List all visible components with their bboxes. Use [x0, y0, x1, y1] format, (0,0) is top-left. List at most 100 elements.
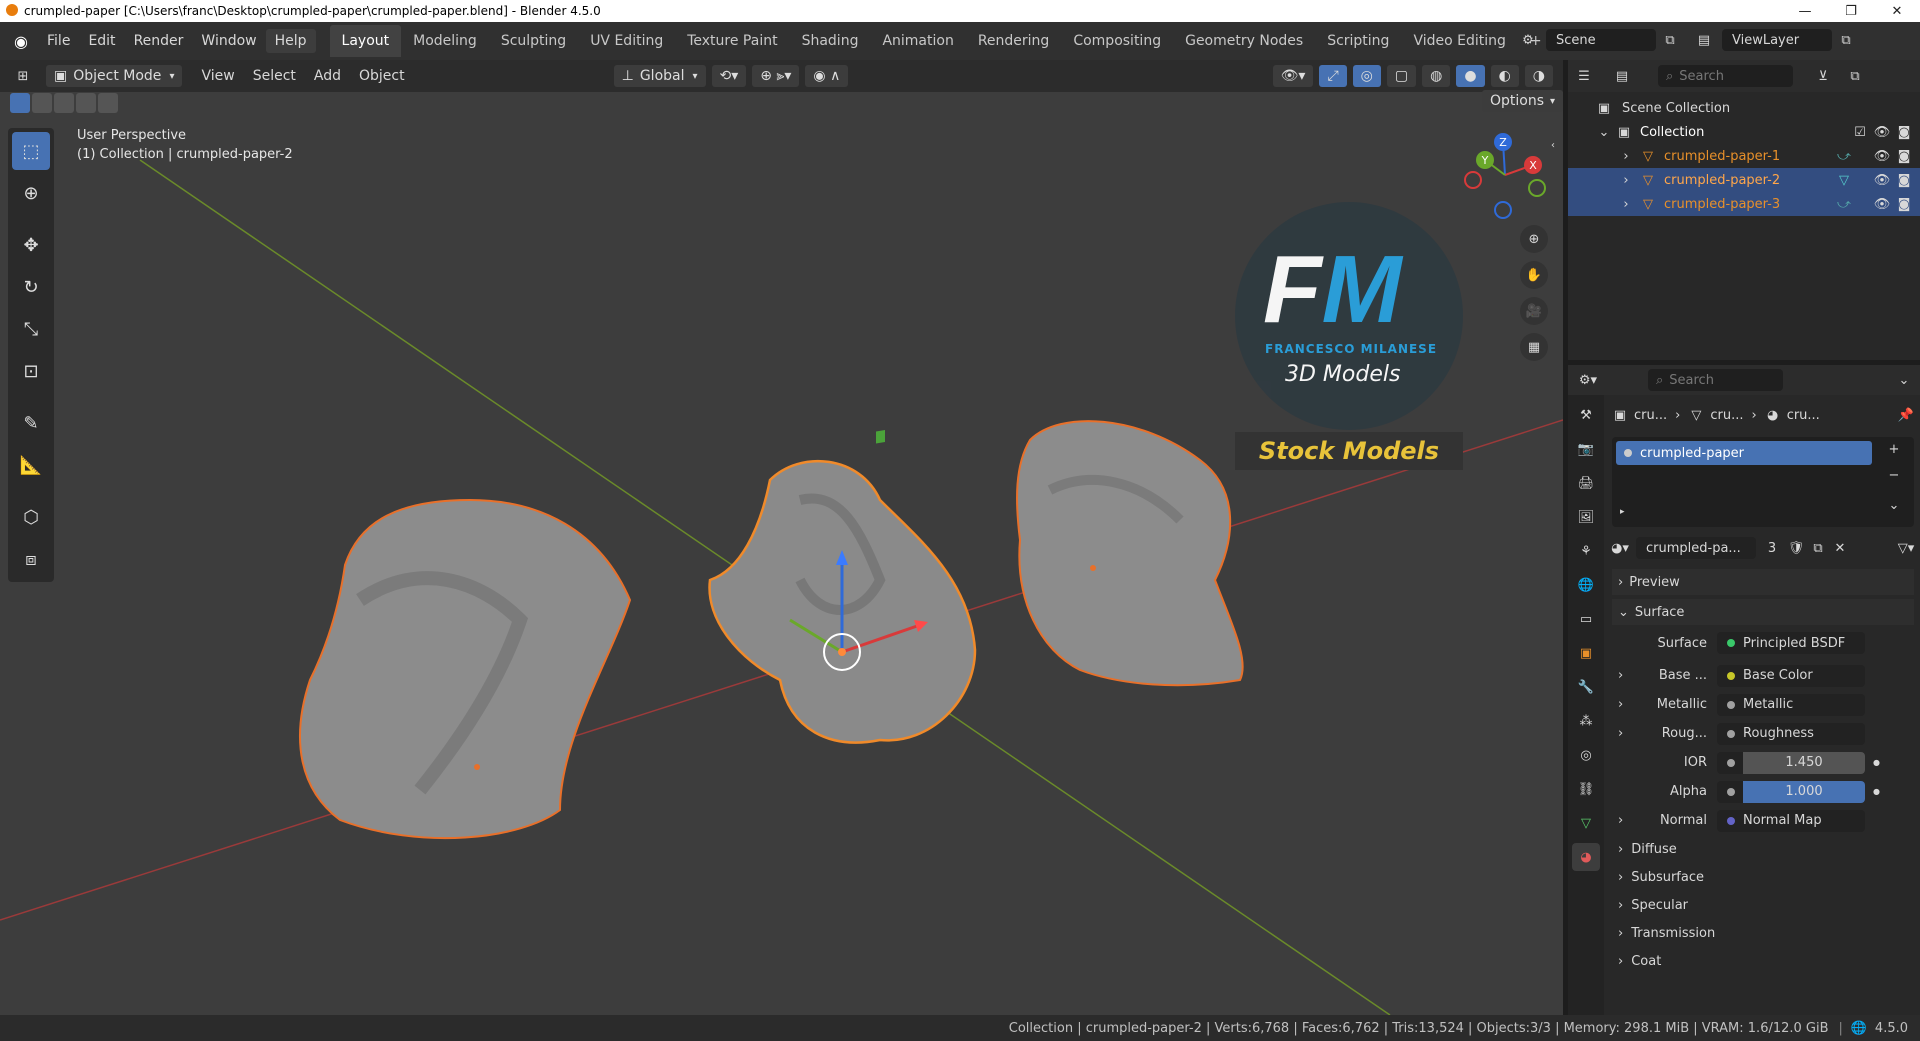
select-extend-icon[interactable] — [32, 93, 52, 113]
particles-tab-icon[interactable]: ⁂ — [1578, 707, 1594, 735]
filter-icon[interactable]: ⊻ — [1815, 68, 1831, 84]
visibility-icon[interactable]: 👁▾ — [1272, 65, 1314, 87]
collection-label[interactable]: Collection — [1640, 125, 1704, 140]
shader-input-field[interactable]: Normal Map — [1717, 809, 1865, 832]
outliner-item-crumpled-paper-3[interactable]: crumpled-paper-3 — [1664, 197, 1780, 212]
scene-tab-icon[interactable]: ⚘ — [1578, 537, 1594, 565]
close-icon[interactable]: ✕ — [1874, 0, 1920, 22]
keyframe-dot-icon[interactable]: ● — [1873, 787, 1880, 796]
camera-view-icon[interactable]: 🎥 — [1520, 297, 1548, 325]
value-slider[interactable]: 1.000 — [1743, 780, 1865, 803]
surface-shader-field[interactable]: Principled BSDF — [1717, 632, 1865, 654]
cursor-icon[interactable]: ⊕ — [12, 174, 50, 212]
new-collection-icon[interactable]: ⧉ — [1847, 68, 1863, 84]
duplicate-icon[interactable]: ⧉ — [1810, 540, 1826, 556]
pan-hand-icon[interactable]: ✋ — [1520, 261, 1548, 289]
view-layer-selector[interactable]: ViewLayer — [1722, 29, 1832, 51]
tab-geometry-nodes[interactable]: Geometry Nodes — [1173, 25, 1315, 57]
minimize-icon[interactable]: — — [1782, 0, 1828, 22]
chevron-right-icon[interactable]: › — [1618, 726, 1632, 741]
unlink-icon[interactable]: ✕ — [1832, 540, 1848, 556]
tool-tab-icon[interactable]: ⚒ — [1578, 401, 1594, 429]
select-new-icon[interactable] — [10, 93, 30, 113]
mode-selector[interactable]: ▣ Object Mode ▾ — [46, 65, 183, 87]
tab-video-editing[interactable]: Video Editing — [1401, 25, 1517, 57]
view-layer-tab-icon[interactable]: 🖼 — [1578, 503, 1595, 531]
chevron-right-icon[interactable]: › — [1618, 697, 1632, 712]
tab-animation[interactable]: Animation — [870, 25, 965, 57]
collection-tab-icon[interactable]: ▭ — [1578, 605, 1594, 633]
3d-viewport[interactable]: ⊞ ▣ Object Mode ▾ View Select Add Object… — [0, 60, 1563, 1015]
properties-editor-icon[interactable]: ⚙▾ — [1579, 372, 1597, 388]
scene-selector[interactable]: Scene — [1546, 29, 1656, 51]
eye-icon[interactable]: 👁 — [1874, 172, 1891, 188]
wireframe-shading-icon[interactable]: ◍ — [1422, 65, 1451, 87]
add-cube-icon[interactable]: ⬡ — [12, 498, 50, 536]
tab-uv-editing[interactable]: UV Editing — [578, 25, 675, 57]
expand-arrow-icon[interactable]: ▸ — [1620, 507, 1625, 517]
outliner-item-crumpled-paper-2[interactable]: crumpled-paper-2 — [1664, 173, 1780, 188]
tab-modeling[interactable]: Modeling — [401, 25, 489, 57]
editor-type-icon[interactable]: ⊞ — [10, 69, 36, 84]
move-icon[interactable]: ✥ — [12, 226, 50, 264]
shader-input-field[interactable]: Metallic — [1717, 693, 1865, 716]
scene-collection-label[interactable]: Scene Collection — [1622, 101, 1730, 116]
outliner-item-crumpled-paper-1[interactable]: crumpled-paper-1 — [1664, 149, 1780, 164]
user-count[interactable]: 3 — [1762, 541, 1782, 556]
subpanel-transmission[interactable]: › Transmission — [1612, 919, 1914, 947]
eye-icon[interactable]: 👁 — [1874, 148, 1891, 164]
modifier-icon[interactable]: ⤻ — [1836, 196, 1852, 212]
rendered-shading-icon[interactable]: ◑ — [1524, 65, 1553, 87]
pin-icon[interactable]: 📌 — [1898, 407, 1914, 423]
select-box-icon[interactable]: ⬚ — [12, 132, 50, 170]
eye-icon[interactable]: 👁 — [1874, 196, 1891, 212]
shader-input-field[interactable]: 1.450 — [1717, 751, 1865, 774]
data-tab-icon[interactable]: ▽ — [1578, 809, 1594, 837]
modifier-tab-icon[interactable]: 🔧 — [1578, 673, 1594, 701]
checkbox-icon[interactable]: ☑ — [1852, 124, 1868, 140]
world-tab-icon[interactable]: 🌐 — [1578, 571, 1594, 599]
subpanel-diffuse[interactable]: › Diffuse — [1612, 835, 1914, 863]
chevron-down-icon[interactable]: ⌄ — [1896, 372, 1912, 388]
menu-edit[interactable]: Edit — [79, 29, 124, 53]
globe-icon[interactable]: 🌐 — [1851, 1020, 1867, 1036]
mesh-data-icon[interactable]: ▽ — [1836, 172, 1852, 188]
expand-chevron-icon[interactable]: ⌄ — [1596, 124, 1612, 140]
constraints-tab-icon[interactable]: ⛓ — [1578, 775, 1595, 803]
link-icon[interactable]: ▽▾ — [1898, 540, 1915, 556]
remove-slot-icon[interactable]: − — [1886, 467, 1902, 483]
modifier-icon[interactable]: ⤻ — [1836, 148, 1852, 164]
menu-view[interactable]: View — [192, 65, 243, 87]
material-name-field[interactable]: crumpled-pa... — [1636, 537, 1756, 559]
camera-icon[interactable]: ◙ — [1896, 124, 1912, 140]
add-primitive-icon[interactable]: ⧈ — [12, 540, 50, 578]
maximize-icon[interactable]: ❐ — [1828, 0, 1874, 22]
tab-compositing[interactable]: Compositing — [1061, 25, 1173, 57]
expand-chevron-icon[interactable]: › — [1618, 172, 1634, 188]
navigation-gizmo[interactable]: Z Y X — [1460, 130, 1550, 220]
material-slot-item[interactable]: crumpled-paper — [1616, 441, 1872, 465]
new-view-layer-icon[interactable]: ⧉ — [1838, 32, 1854, 48]
eye-icon[interactable]: 👁 — [1874, 124, 1891, 140]
tab-layout[interactable]: Layout — [329, 25, 402, 57]
physics-tab-icon[interactable]: ◎ — [1578, 741, 1594, 769]
options-button[interactable]: Options ▾ — [1482, 90, 1563, 112]
material-browse-icon[interactable]: ◕▾ — [1611, 540, 1629, 556]
select-intersect-icon[interactable] — [98, 93, 118, 113]
rotate-icon[interactable]: ↻ — [12, 268, 50, 306]
perspective-toggle-icon[interactable]: ▦ — [1520, 333, 1548, 361]
solid-shading-icon[interactable]: ● — [1456, 65, 1485, 87]
preview-panel-header[interactable]: › Preview — [1612, 569, 1914, 595]
scene-icon[interactable]: ⚙ — [1520, 32, 1536, 48]
surface-panel-header[interactable]: ⌄ Surface — [1612, 599, 1914, 625]
properties-search[interactable]: ⌕ Search — [1648, 369, 1783, 391]
camera-icon[interactable]: ◙ — [1896, 196, 1912, 212]
zoom-icon[interactable]: ⊕ — [1520, 225, 1548, 253]
xray-icon[interactable]: ▢ — [1386, 65, 1417, 87]
menu-file[interactable]: File — [38, 29, 79, 53]
tab-texture-paint[interactable]: Texture Paint — [675, 25, 789, 57]
shader-input-field[interactable]: Base Color — [1717, 664, 1865, 687]
tab-sculpting[interactable]: Sculpting — [489, 25, 578, 57]
subpanel-coat[interactable]: › Coat — [1612, 947, 1914, 975]
select-invert-icon[interactable] — [76, 93, 96, 113]
